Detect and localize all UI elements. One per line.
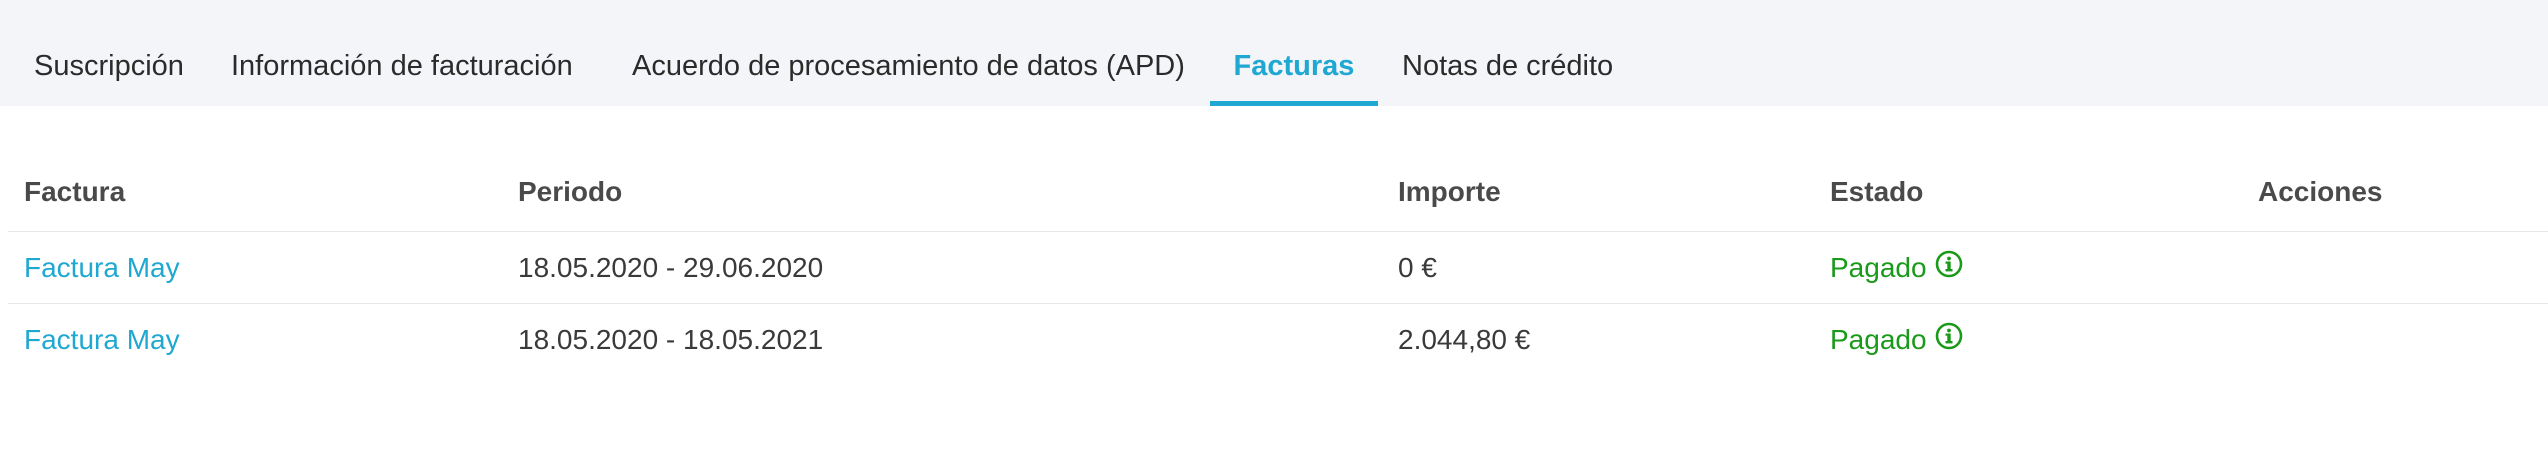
column-header-periodo: Periodo xyxy=(518,176,623,207)
tab-notas-credito[interactable]: Notas de crédito xyxy=(1402,0,1613,106)
column-header-importe: Importe xyxy=(1398,176,1501,207)
invoice-period: 18.05.2020 - 18.05.2021 xyxy=(518,324,824,355)
status-badge: Pagado xyxy=(1830,250,1963,285)
tab-label: Notas de crédito xyxy=(1402,50,1614,82)
info-icon[interactable] xyxy=(1935,322,1963,357)
status-badge: Pagado xyxy=(1830,322,1963,357)
invoice-link[interactable]: Factura May xyxy=(24,252,180,284)
tab-label: Suscripción xyxy=(34,50,184,82)
invoice-period: 18.05.2020 - 29.06.2020 xyxy=(518,252,824,283)
tab-label: Facturas xyxy=(1233,50,1355,82)
info-icon[interactable] xyxy=(1935,250,1963,285)
invoice-amount: 0 € xyxy=(1398,252,1437,283)
column-header-factura: Factura xyxy=(24,176,126,207)
tab-facturas[interactable]: Facturas xyxy=(1210,0,1378,106)
tab-bar: Suscripción Información de facturación A… xyxy=(0,0,2548,106)
column-header-acciones: Acciones xyxy=(2258,176,2383,207)
column-header-estado: Estado xyxy=(1830,176,1924,207)
header-divider xyxy=(8,231,2548,232)
invoice-amount: 2.044,80 € xyxy=(1398,324,1531,355)
status-label: Pagado xyxy=(1830,324,1927,355)
invoice-link[interactable]: Factura May xyxy=(24,324,180,356)
row-divider xyxy=(8,303,2548,304)
tab-informacion-facturacion[interactable]: Información de facturación xyxy=(231,0,573,106)
invoices-table: Factura Periodo Importe Estado Acciones … xyxy=(0,106,2548,458)
tab-label: Acuerdo de procesamiento de datos (APD) xyxy=(632,50,1185,82)
tab-label: Información de facturación xyxy=(231,50,573,82)
status-label: Pagado xyxy=(1830,252,1927,283)
tab-suscripcion[interactable]: Suscripción xyxy=(34,0,184,106)
tab-acuerdo-procesamiento-datos[interactable]: Acuerdo de procesamiento de datos (APD) xyxy=(632,0,1185,106)
